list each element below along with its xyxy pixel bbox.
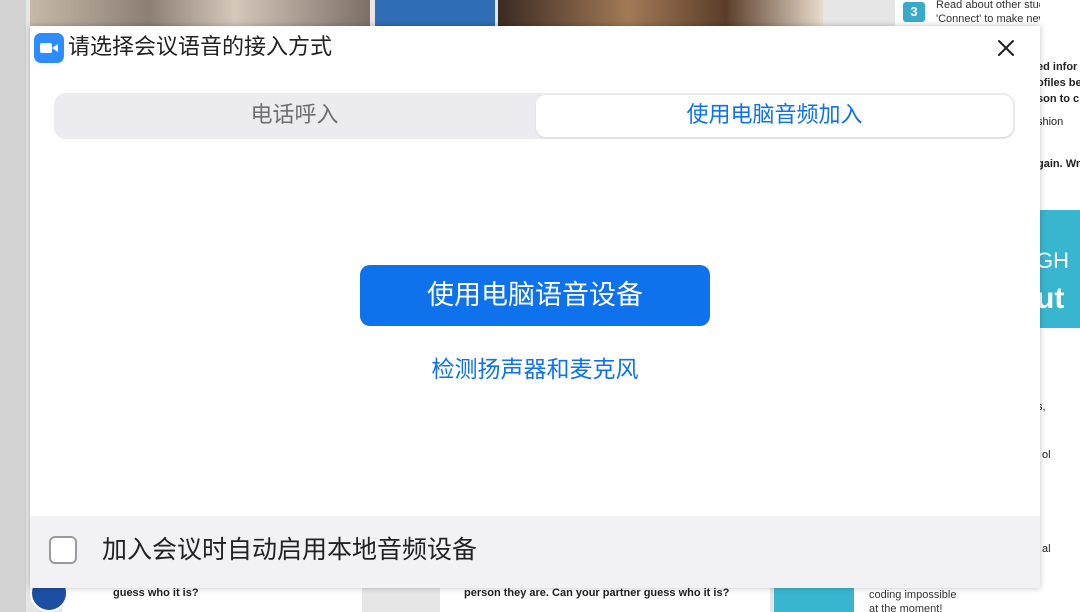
background-text: ol [1042, 449, 1051, 461]
background-heading: ut [1036, 282, 1065, 315]
background-bottom-cyan [774, 588, 854, 612]
auto-join-audio-checkbox[interactable] [49, 536, 77, 564]
background-text: gain. Wr [1037, 158, 1080, 170]
join-with-computer-audio-button[interactable]: 使用电脑语音设备 [360, 265, 710, 326]
dialog-title: 请选择会议语音的接入方式 [68, 35, 333, 60]
background-text: al [1042, 543, 1051, 555]
background-photo [498, 0, 823, 26]
background-text: shion [1037, 116, 1064, 128]
background-left-strip [0, 0, 26, 612]
background-photo [30, 0, 370, 26]
background-text: guess who it is? [113, 587, 199, 599]
background-right-lower [1040, 328, 1080, 612]
background-text: coding impossible [869, 589, 957, 601]
background-heading: GH [1036, 248, 1069, 273]
background-text: son to c [1037, 93, 1080, 105]
background-number-badge: 3 [903, 2, 925, 22]
audio-join-dialog: 请选择会议语音的接入方式 电话呼入 使用电脑音频加入 使用电脑语音设备 检测扬声… [30, 26, 1040, 588]
close-icon [998, 40, 1014, 56]
background-text: at the moment! [869, 603, 943, 612]
close-button[interactable] [992, 34, 1020, 62]
background-text: ofiles be [1037, 77, 1080, 89]
background-photo [375, 0, 495, 26]
background-text: person they are. Can your partner guess … [464, 587, 730, 599]
audio-mode-tabs: 电话呼入 使用电脑音频加入 [54, 93, 1015, 139]
tab-computer-audio[interactable]: 使用电脑音频加入 [536, 95, 1013, 137]
test-speaker-microphone-link[interactable]: 检测扬声器和麦克风 [360, 350, 710, 384]
dialog-footer: 加入会议时自动启用本地音频设备 [30, 516, 1040, 588]
tab-phone-call[interactable]: 电话呼入 [54, 93, 535, 139]
dialog-titlebar: 请选择会议语音的接入方式 [30, 26, 1040, 70]
auto-join-audio-label[interactable]: 加入会议时自动启用本地音频设备 [102, 535, 477, 565]
background-bottom-panel [62, 588, 362, 612]
background-text: ed infor [1037, 61, 1078, 73]
zoom-camera-icon [34, 33, 64, 63]
